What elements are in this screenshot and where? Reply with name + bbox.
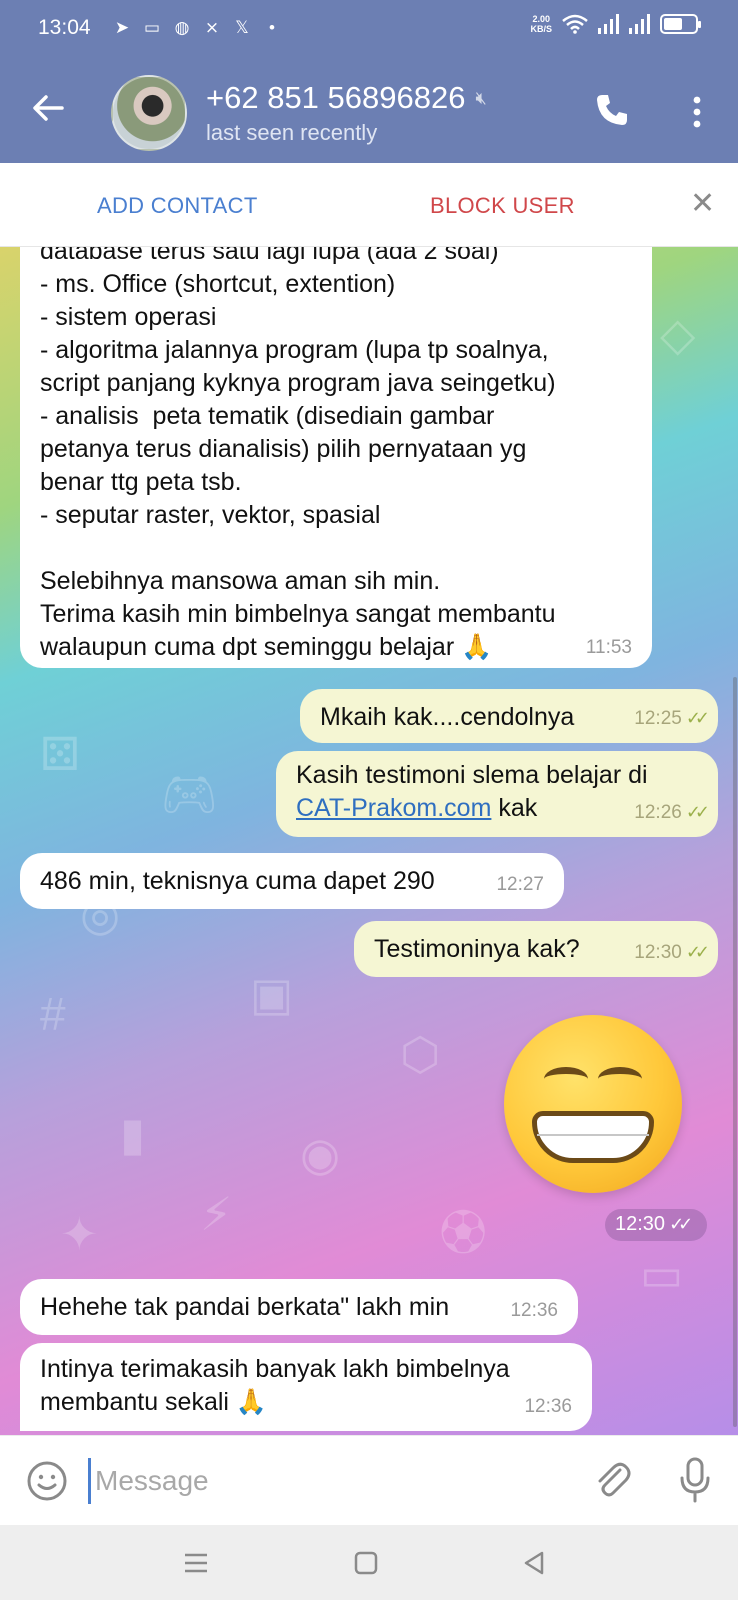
microphone-icon[interactable] (678, 1456, 712, 1504)
message-time: 12:26 ✓✓ (634, 802, 710, 823)
double-check-icon: ✓✓ (685, 942, 710, 962)
doodle-icon: ▭ (640, 1248, 684, 1300)
message-text: Intinya terimakasih banyak lakh bimbelny… (40, 1355, 510, 1383)
notification-icons: ➤ ▭ ◍ ⨯ 𝕏 • (112, 16, 282, 40)
chat-header: +62 851 56896826 🔇︎ last seen recently (0, 64, 738, 163)
doodle-icon: ⚽︎ (440, 1207, 486, 1259)
message-time: 12:30 ✓✓ (634, 942, 710, 963)
doodle-icon: ⚄ (40, 728, 80, 780)
status-bar: 13:04 ➤ ▭ ◍ ⨯ 𝕏 • 2.00 KB/S (0, 0, 738, 56)
doodle-icon: ✦ (60, 1208, 99, 1260)
status-right: 2.00 KB/S (530, 14, 701, 34)
chat-area[interactable]: ◇ ⚄ 🎮︎ ◎ # ▣ ⬡ ▮ ◉ ✦ ⚡︎ ⚽︎ ▭ database te… (0, 247, 738, 1435)
chat-title[interactable]: +62 851 56896826 🔇︎ (206, 80, 487, 116)
doodle-icon: # (40, 988, 66, 1040)
message-text: membantu sekali 🙏 (40, 1388, 268, 1416)
message-line: Selebihnya mansowa aman sih min. (40, 567, 441, 595)
message-line: Terima kasih min bimbelnya sangat memban… (40, 600, 556, 628)
message-text: database terus satu lagi lupa (ada 2 soa… (40, 247, 556, 664)
add-contact-button[interactable]: ADD CONTACT (97, 193, 258, 219)
message-incoming[interactable]: database terus satu lagi lupa (ada 2 soa… (20, 247, 652, 668)
double-check-icon: ✓✓ (685, 708, 710, 728)
message-line: - algoritma jalannya program (lupa tp so… (40, 336, 549, 364)
message-text: Mkaih kak....cendolnya (320, 703, 575, 731)
message-text: Kasih testimoni slema belajar di (296, 761, 648, 789)
wifi-icon (562, 14, 588, 34)
message-line: petanya terus dianalisis) pilih pernyata… (40, 435, 527, 463)
doodle-icon: ▣ (250, 968, 294, 1020)
telegram-icon: ➤ (114, 18, 130, 37)
back-arrow-icon[interactable] (28, 88, 68, 128)
signal-icon-1 (598, 14, 619, 34)
double-check-icon: ✓✓ (669, 1214, 693, 1234)
message-input[interactable] (88, 1458, 558, 1504)
emoji-eye (544, 1067, 588, 1091)
message-outgoing[interactable]: Testimoninya kak? 12:30 ✓✓ (354, 921, 718, 977)
more-options-icon[interactable] (682, 94, 712, 130)
x-icon: 𝕏 (235, 18, 249, 37)
network-speed: 2.00 KB/S (530, 14, 552, 34)
signal-icon-2 (629, 14, 650, 34)
close-icon[interactable]: ✕ (690, 189, 716, 219)
avatar[interactable] (111, 75, 187, 151)
phone-icon[interactable] (594, 92, 630, 128)
system-nav-bar (0, 1525, 738, 1600)
emoji-icon[interactable] (26, 1460, 68, 1502)
message-line: database terus satu lagi lupa (ada 2 soa… (40, 247, 499, 265)
message-line: benar ttg peta tsb. (40, 468, 242, 496)
message-line: - sistem operasi (40, 303, 217, 331)
back-icon[interactable] (518, 1547, 550, 1579)
message-time: 12:25 ✓✓ (634, 708, 710, 729)
emoji-mouth (532, 1111, 654, 1163)
message-line: - ms. Office (shortcut, extention) (40, 270, 396, 298)
status-time: 13:04 (38, 16, 91, 39)
message-incoming[interactable]: 486 min, teknisnya cuma dapet 290 12:27 (20, 853, 564, 909)
screen-icon: ▭ (143, 18, 161, 37)
grinning-face-emoji[interactable] (504, 1015, 682, 1193)
message-text: kak (491, 794, 538, 822)
sticker-time: 12:30 ✓✓ (605, 1209, 707, 1241)
doodle-icon: ▮ (120, 1108, 146, 1160)
double-check-icon: ✓✓ (685, 802, 710, 822)
chat-subtitle: last seen recently (206, 120, 378, 145)
dot-icon: • (269, 18, 275, 37)
message-line: script panjang kyknya program java seing… (40, 369, 556, 397)
doodle-icon: ◉ (300, 1128, 341, 1180)
doodle-icon: ◇ (660, 308, 696, 360)
message-incoming[interactable]: Intinya terimakasih banyak lakh bimbelny… (20, 1343, 592, 1431)
composer-bar (0, 1435, 738, 1525)
message-outgoing[interactable]: Mkaih kak....cendolnya 12:25 ✓✓ (300, 689, 718, 743)
message-time: 12:36 (524, 1396, 572, 1417)
menu-icon[interactable] (180, 1547, 212, 1579)
block-user-button[interactable]: BLOCK USER (430, 193, 575, 219)
doodle-icon: ⚡︎ (200, 1188, 233, 1240)
muted-icon: 🔇︎ (475, 87, 487, 108)
doodle-icon: ⬡ (400, 1028, 441, 1080)
message-text: Testimoninya kak? (374, 935, 580, 963)
message-time: 12:36 (510, 1300, 558, 1321)
message-incoming[interactable]: Hehehe tak pandai berkata" lakh min 12:3… (20, 1279, 578, 1335)
message-time: 11:53 (585, 637, 632, 658)
emoji-eye (598, 1067, 642, 1091)
top-bar: 13:04 ➤ ▭ ◍ ⨯ 𝕏 • 2.00 KB/S +62 851 5689… (0, 0, 738, 163)
battery-icon (660, 14, 701, 34)
message-line (40, 532, 556, 565)
home-icon[interactable] (350, 1547, 382, 1579)
contact-action-bar: ADD CONTACT BLOCK USER ✕ (0, 163, 738, 247)
message-text: Hehehe tak pandai berkata" lakh min (40, 1293, 450, 1321)
message-line: walaupun cuma dpt seminggu belajar 🙏 (40, 633, 493, 661)
scrollbar[interactable] (733, 677, 737, 1427)
doodle-icon: 🎮︎ (160, 768, 219, 820)
message-line: - seputar raster, vektor, spasial (40, 501, 381, 529)
message-line: - analisis peta tematik (disediain gamba… (40, 402, 495, 430)
app-icon: ◍ (174, 18, 190, 37)
attach-icon[interactable] (592, 1458, 632, 1502)
message-link[interactable]: CAT-Prakom.com (296, 794, 491, 822)
message-time: 12:27 (496, 874, 544, 895)
message-text: 486 min, teknisnya cuma dapet 290 (40, 867, 435, 895)
app2-icon: ⨯ (204, 18, 220, 37)
message-outgoing[interactable]: Kasih testimoni slema belajar di CAT-Pra… (276, 751, 718, 837)
